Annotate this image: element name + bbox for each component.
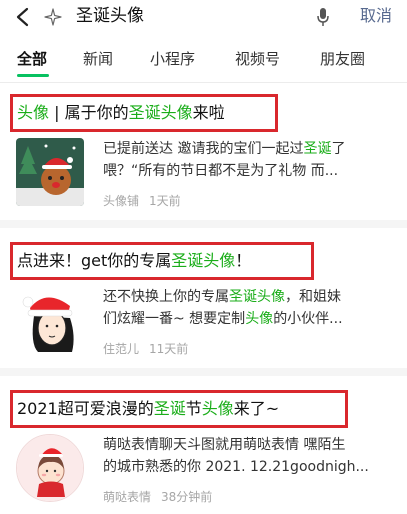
result-snippet: 已提前送达 邀请我的宝们一起过圣诞了喂？“所有的节日都不是为了礼物 而... bbox=[103, 138, 403, 182]
active-tab-indicator bbox=[17, 74, 49, 77]
result-title[interactable]: 头像 | 属于你的圣诞头像来啦 bbox=[17, 102, 225, 124]
highlighted-keyword: 头像 bbox=[17, 103, 50, 122]
result-source[interactable]: 住范儿 bbox=[103, 342, 139, 356]
highlighted-keyword: 圣诞头像 bbox=[171, 251, 236, 270]
divider bbox=[0, 82, 407, 83]
result-meta: 住范儿 11天前 bbox=[103, 340, 188, 358]
text-segment: 已提前送达 邀请我的宝们一起过 bbox=[103, 141, 304, 157]
text-segment: | 属于你的 bbox=[49, 103, 129, 122]
result-meta: 头像铺 1天前 bbox=[103, 192, 181, 210]
result-meta: 萌哒表情 38分钟前 bbox=[103, 488, 212, 506]
text-segment: 还不快换上你的专属 bbox=[103, 289, 229, 305]
result-title[interactable]: 2021超可爱浪漫的圣诞节头像来了~ bbox=[17, 398, 279, 420]
result-snippet: 还不快换上你的专属圣诞头像，和姐妹 们炫耀一番~ 想要定制头像的小伙伴... bbox=[103, 286, 403, 330]
section-separator bbox=[0, 220, 407, 228]
tab-mini-programs[interactable]: 小程序 bbox=[150, 48, 195, 70]
snippet-line: 已提前送达 邀请我的宝们一起过圣诞了 bbox=[103, 138, 403, 160]
search-bar: 圣诞头像 取消 bbox=[0, 0, 407, 36]
tab-news[interactable]: 新闻 bbox=[83, 48, 113, 70]
tab-moments[interactable]: 朋友圈 bbox=[320, 48, 365, 70]
snippet-line: 的城市熟悉的你 2021. 12.21goodnigh... bbox=[103, 456, 403, 478]
result-source[interactable]: 头像铺 bbox=[103, 194, 139, 208]
highlighted-keyword: 圣诞 bbox=[153, 399, 186, 418]
snippet-line: 喂？“所有的节日都不是为了礼物 而... bbox=[103, 160, 403, 182]
search-input[interactable]: 圣诞头像 bbox=[76, 4, 144, 28]
cancel-button[interactable]: 取消 bbox=[360, 4, 392, 28]
text-segment: 来了~ bbox=[233, 399, 280, 418]
result-title[interactable]: 点进来！get你的专属圣诞头像！ bbox=[17, 250, 251, 272]
cartoon-girl-avatar-image bbox=[17, 435, 83, 501]
highlighted-keyword: 圣诞 bbox=[303, 141, 332, 157]
highlighted-keyword: 头像 bbox=[201, 399, 234, 418]
tab-channels[interactable]: 视频号 bbox=[235, 48, 280, 70]
text-segment: 点进来！get你的专属 bbox=[17, 251, 172, 270]
tab-all[interactable]: 全部 bbox=[17, 48, 47, 70]
text-segment: 的城市熟悉的你 2021. 12.21goodnigh... bbox=[103, 459, 369, 475]
result-snippet: 萌哒表情聊天斗图就用萌哒表情 嘿陌生的城市熟悉的你 2021. 12.21goo… bbox=[103, 434, 403, 478]
filter-tabs: 全部 新闻 小程序 视频号 朋友圈 bbox=[0, 44, 407, 80]
highlighted-keyword: 头像 bbox=[245, 311, 274, 327]
result-time: 11天前 bbox=[149, 342, 189, 356]
text-segment: 2021超可爱浪漫的 bbox=[17, 399, 154, 418]
text-segment: 的小伙伴... bbox=[273, 311, 343, 327]
result-time: 38分钟前 bbox=[161, 490, 213, 504]
christmas-avatar-image bbox=[16, 138, 84, 206]
result-source[interactable]: 萌哒表情 bbox=[103, 490, 151, 504]
snippet-line: 还不快换上你的专属圣诞头像，和姐妹 bbox=[103, 286, 403, 308]
text-segment: 萌哒表情聊天斗图就用萌哒表情 嘿陌生 bbox=[103, 437, 346, 453]
back-arrow-icon[interactable] bbox=[14, 6, 32, 28]
text-segment: 喂？“所有的节日都不是为了礼物 而... bbox=[103, 163, 339, 179]
text-segment: 们炫耀一番~ 想要定制 bbox=[103, 311, 246, 327]
microphone-icon[interactable] bbox=[316, 6, 330, 28]
text-segment: 来啦 bbox=[192, 103, 225, 122]
snippet-line: 们炫耀一番~ 想要定制头像的小伙伴... bbox=[103, 308, 403, 330]
result-thumbnail[interactable] bbox=[16, 434, 84, 502]
text-segment: 了 bbox=[331, 141, 346, 157]
sparkle-icon bbox=[44, 8, 62, 26]
highlighted-keyword: 圣诞头像 bbox=[128, 103, 193, 122]
santa-hat-avatar-image bbox=[16, 286, 84, 354]
snippet-line: 萌哒表情聊天斗图就用萌哒表情 嘿陌生 bbox=[103, 434, 403, 456]
section-separator bbox=[0, 368, 407, 376]
result-time: 1天前 bbox=[149, 194, 181, 208]
text-segment: ！ bbox=[235, 251, 252, 270]
text-segment: ，和姐妹 bbox=[285, 289, 341, 305]
result-thumbnail[interactable] bbox=[16, 138, 84, 206]
result-thumbnail[interactable] bbox=[16, 286, 84, 354]
text-segment: 节 bbox=[185, 399, 202, 418]
highlighted-keyword: 圣诞头像 bbox=[229, 289, 285, 305]
